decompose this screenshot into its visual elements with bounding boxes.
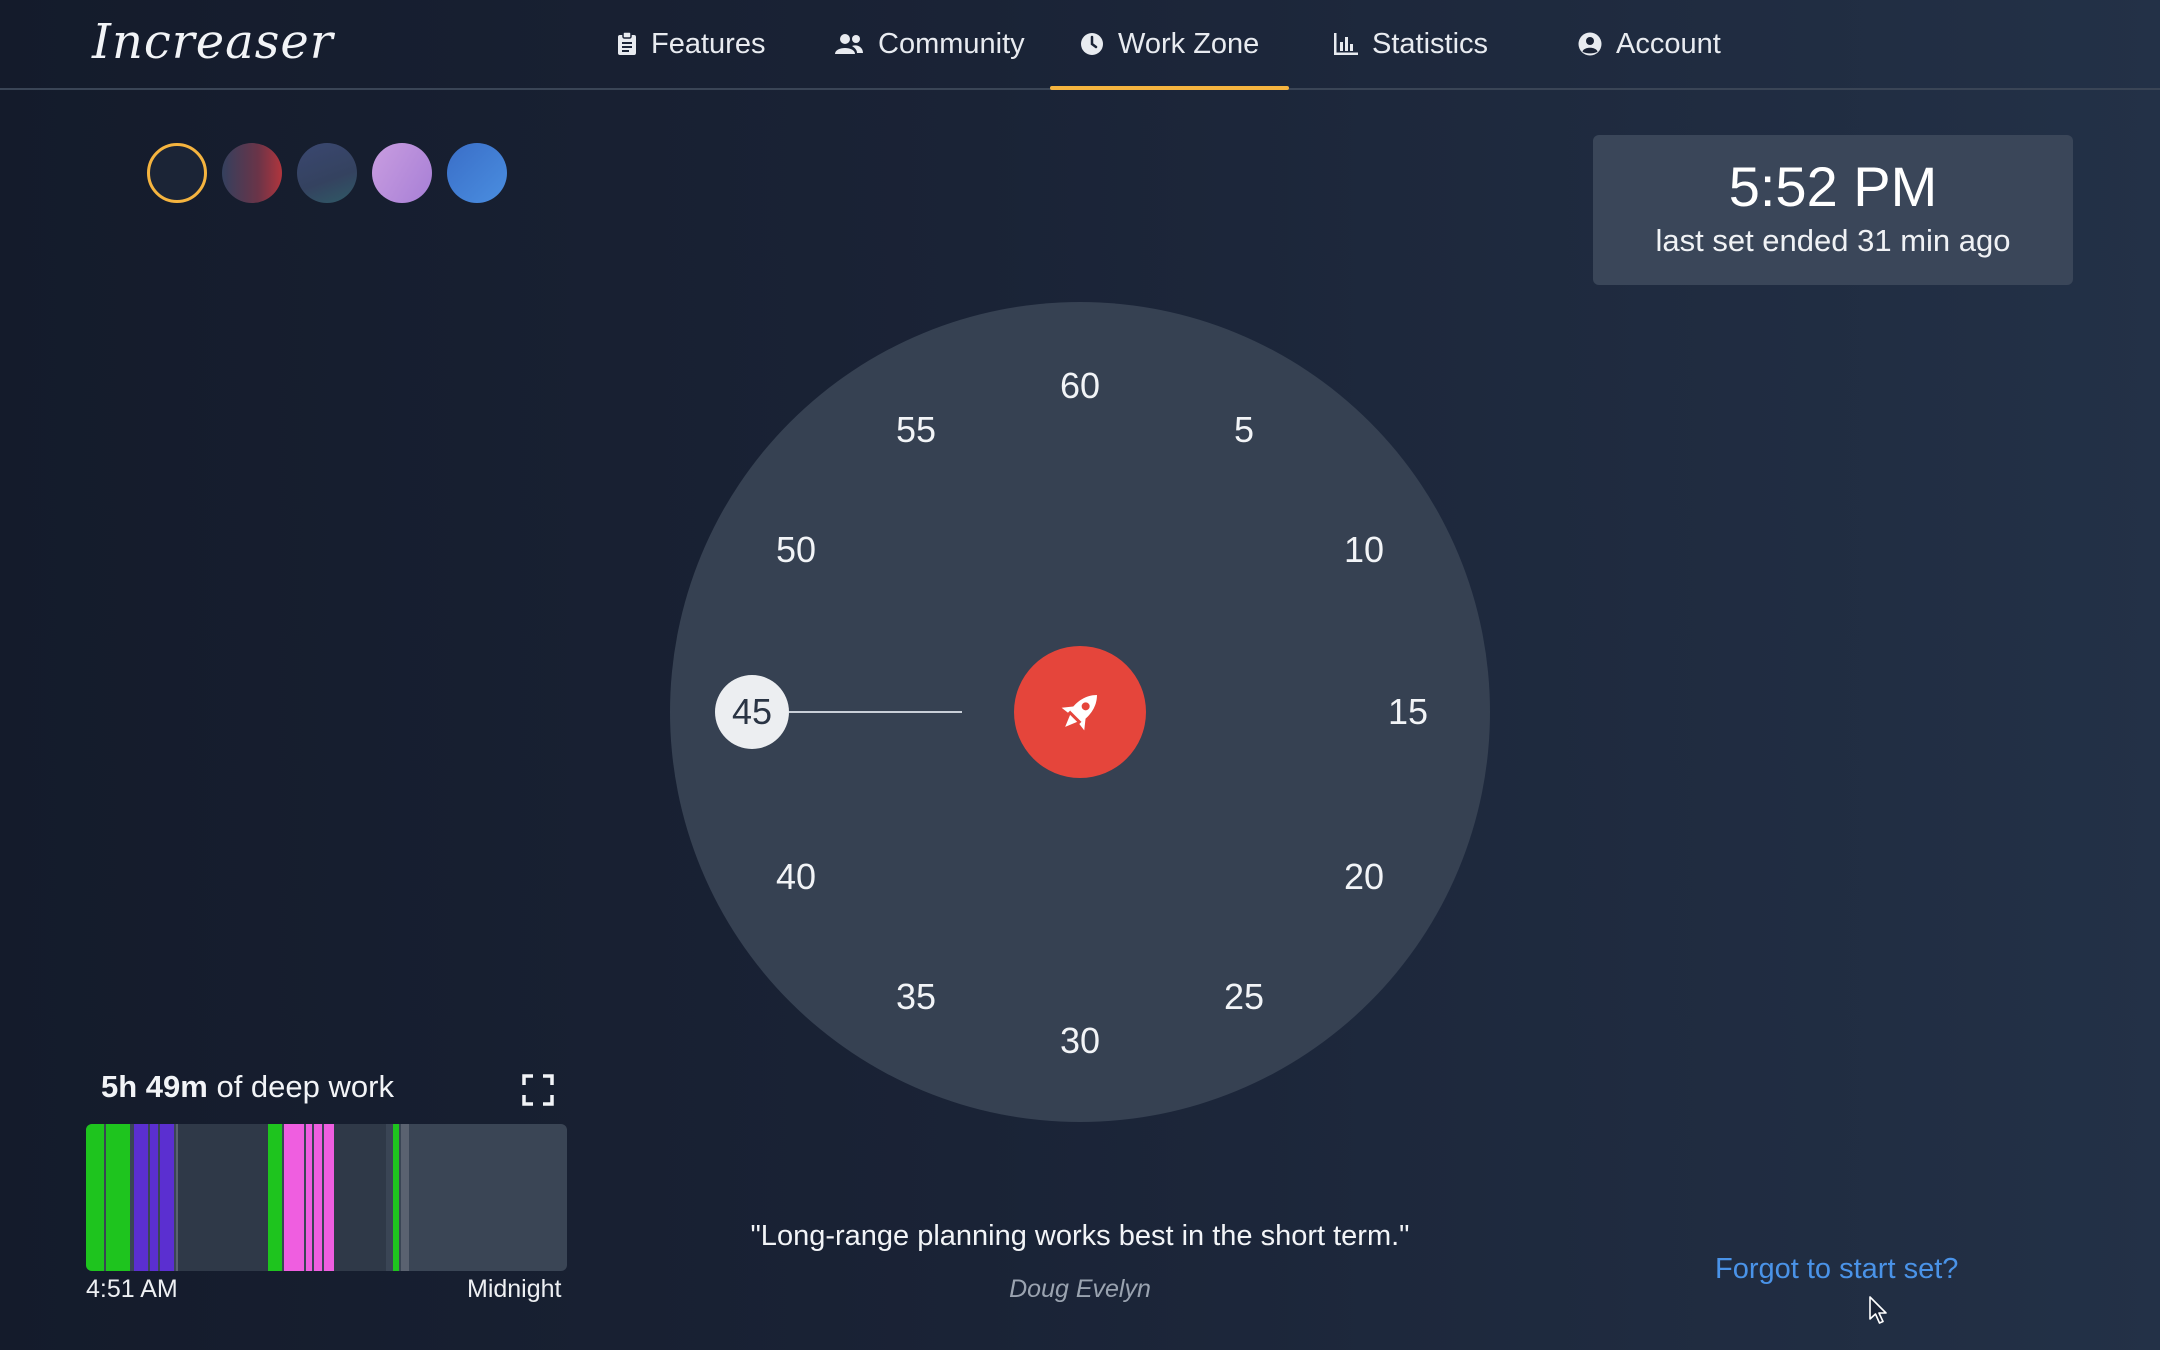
quote-text: "Long-range planning works best in the s… [750, 1220, 1410, 1252]
dial-tick-20[interactable]: 20 [1344, 856, 1384, 898]
expand-icon[interactable] [522, 1074, 554, 1106]
nav-account-label: Account [1616, 27, 1721, 60]
dial-tick-60[interactable]: 60 [1060, 365, 1100, 407]
nav-community[interactable]: Community [834, 0, 1025, 88]
app-logo[interactable]: Increaser [92, 14, 334, 70]
dial-tick-30[interactable]: 30 [1060, 1020, 1100, 1062]
dial-tick-35[interactable]: 35 [896, 976, 936, 1018]
dial-tick-55[interactable]: 55 [896, 409, 936, 451]
theme-slate-teal[interactable] [297, 143, 357, 203]
theme-navy-red[interactable] [222, 143, 282, 203]
deep-work-summary: 5h 49m of deep work [101, 1069, 394, 1105]
theme-dark-navy[interactable] [147, 143, 207, 203]
nav-features-label: Features [651, 27, 766, 60]
current-time-card: 5:52 PM last set ended 31 min ago [1593, 135, 2073, 285]
dial-tick-15[interactable]: 15 [1388, 691, 1428, 733]
dial-tick-40[interactable]: 40 [776, 856, 816, 898]
deep-work-amount: 5h 49m [101, 1069, 208, 1104]
nav-statistics[interactable]: Statistics [1334, 0, 1488, 88]
current-time: 5:52 PM [1728, 155, 1938, 218]
deep-work-label: of deep work [216, 1069, 394, 1104]
theme-blue[interactable] [447, 143, 507, 203]
clock-icon [1081, 33, 1103, 55]
start-set-button[interactable] [1014, 646, 1146, 778]
nav-work-zone-label: Work Zone [1118, 27, 1260, 60]
mouse-cursor-icon [1869, 1296, 1887, 1324]
last-set-info: last set ended 31 min ago [1655, 223, 2011, 258]
dial-selected-value: 45 [731, 691, 773, 732]
rocket-icon [1061, 695, 1097, 731]
dial-hand [789, 711, 962, 713]
forgot-to-start-link[interactable]: Forgot to start set? [1715, 1253, 1958, 1286]
theme-lavender[interactable] [372, 143, 432, 203]
top-navigation: Increaser Features Community Work Zone S… [0, 0, 2160, 90]
nav-statistics-label: Statistics [1372, 27, 1489, 60]
dial-tick-5[interactable]: 5 [1234, 409, 1254, 451]
user-circle-icon [1578, 32, 1602, 56]
nav-account[interactable]: Account [1578, 0, 1721, 88]
dial-tick-25[interactable]: 25 [1224, 976, 1264, 1018]
nav-features[interactable]: Features [617, 0, 765, 88]
dial-tick-10[interactable]: 10 [1344, 529, 1384, 571]
clipboard-icon [618, 32, 636, 55]
bar-chart-icon [1334, 33, 1358, 55]
dial-handle[interactable]: 45 [715, 675, 789, 749]
nav-work-zone[interactable]: Work Zone [1049, 0, 1290, 90]
nav-community-label: Community [878, 27, 1025, 60]
dial-tick-50[interactable]: 50 [776, 529, 816, 571]
theme-picker [147, 143, 507, 203]
users-icon [835, 34, 863, 54]
